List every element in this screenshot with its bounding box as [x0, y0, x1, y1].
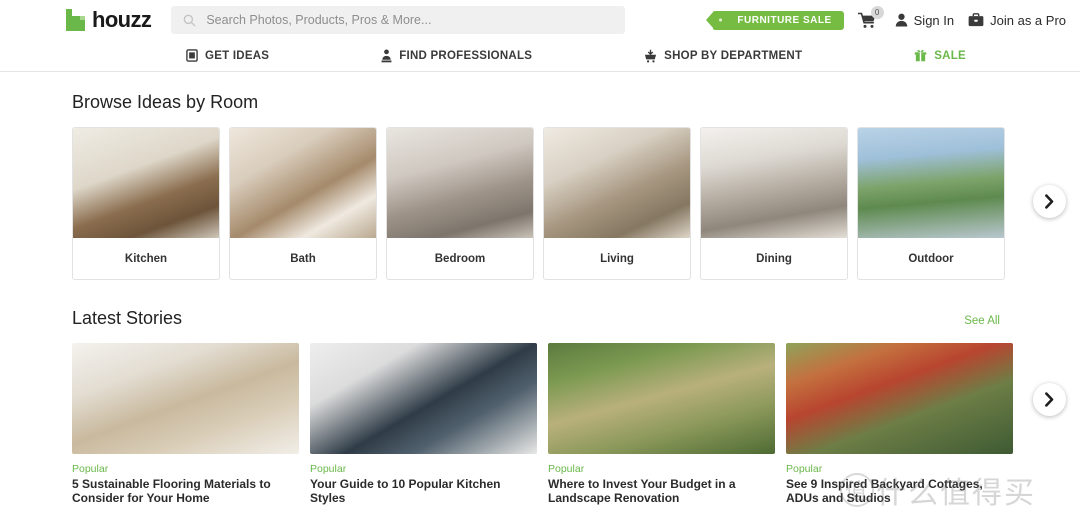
- room-label: Bath: [290, 252, 316, 265]
- stories-list: Popular 5 Sustainable Flooring Materials…: [72, 343, 1040, 506]
- furniture-sale-badge[interactable]: FURNITURE SALE: [706, 10, 844, 30]
- room-image: [544, 128, 690, 238]
- chevron-right-icon: [1045, 194, 1054, 209]
- camera-icon: [186, 49, 198, 62]
- houzz-logo[interactable]: houzz: [66, 7, 152, 33]
- briefcase-icon: [968, 13, 984, 27]
- site-header: houzz FURNITURE SALE 0 Sign In: [0, 0, 1080, 40]
- room-card-bath[interactable]: Bath: [229, 127, 377, 280]
- story-title: Where to Invest Your Budget in a Landsca…: [548, 477, 736, 505]
- story-tag: Popular: [72, 463, 109, 475]
- room-label: Dining: [756, 252, 792, 265]
- story-card[interactable]: Popular Where to Invest Your Budget in a…: [548, 343, 775, 506]
- room-card-outdoor[interactable]: Outdoor: [857, 127, 1005, 280]
- room-label: Living: [600, 252, 634, 265]
- room-image: [387, 128, 533, 238]
- see-all-link[interactable]: See All: [964, 315, 1000, 327]
- story-title: See 9 Inspired Backyard Cottages, ADUs a…: [786, 477, 983, 505]
- stories-section: Latest Stories See All Popular 5 Sustain…: [72, 280, 1066, 511]
- houzz-logo-icon: [66, 9, 85, 31]
- rooms-section: Browse Ideas by Room Kitchen Bath Bedroo…: [72, 72, 1066, 280]
- join-as-pro-label: Join as a Pro: [990, 12, 1066, 28]
- story-image: [310, 343, 537, 454]
- gift-icon: [914, 50, 927, 62]
- nav-label: SHOP BY DEPARTMENT: [664, 49, 803, 62]
- header-actions: FURNITURE SALE 0 Sign In Join as a Pro: [706, 5, 1066, 30]
- search-icon: [183, 14, 196, 27]
- story-image: [548, 343, 775, 454]
- main-nav: GET IDEAS FIND PROFESSIONALS SHOP BY DEP…: [0, 40, 1080, 72]
- room-image: [230, 128, 376, 238]
- room-card-bedroom[interactable]: Bedroom: [386, 127, 534, 280]
- stories-carousel: Popular 5 Sustainable Flooring Materials…: [72, 343, 1066, 511]
- story-image: [72, 343, 299, 454]
- stories-section-header: Latest Stories See All: [72, 308, 1040, 329]
- nav-item-shop-by-department[interactable]: SHOP BY DEPARTMENT: [644, 49, 802, 63]
- sign-in-label: Sign In: [913, 12, 955, 28]
- user-icon: [895, 13, 907, 27]
- cart-badge: 0: [870, 5, 884, 19]
- rooms-section-title: Browse Ideas by Room: [72, 92, 259, 112]
- story-image: [786, 343, 1013, 454]
- search-input[interactable]: [206, 13, 614, 27]
- nav-item-get-ideas[interactable]: GET IDEAS: [186, 49, 269, 62]
- story-card[interactable]: Popular Your Guide to 10 Popular Kitchen…: [310, 343, 537, 506]
- stories-next-button[interactable]: [1033, 383, 1066, 416]
- search-bar[interactable]: [171, 6, 626, 34]
- room-card-dining[interactable]: Dining: [700, 127, 848, 280]
- story-tag: Popular: [548, 463, 585, 475]
- nav-item-find-professionals[interactable]: FIND PROFESSIONALS: [381, 48, 533, 63]
- room-image: [73, 128, 219, 238]
- houzz-logo-text: houzz: [92, 7, 152, 32]
- nav-item-sale[interactable]: SALE: [914, 49, 966, 62]
- room-card-kitchen[interactable]: Kitchen: [72, 127, 220, 280]
- stories-section-title: Latest Stories: [72, 308, 183, 328]
- nav-label: FIND PROFESSIONALS: [399, 49, 533, 62]
- nav-label: GET IDEAS: [205, 49, 270, 62]
- rooms-list: Kitchen Bath Bedroom Living Dining Outdo…: [72, 127, 1040, 280]
- story-card[interactable]: Popular 5 Sustainable Flooring Materials…: [72, 343, 299, 506]
- main-content: Browse Ideas by Room Kitchen Bath Bedroo…: [0, 72, 1080, 511]
- nav-label: SALE: [934, 49, 966, 62]
- cart-button[interactable]: 0: [857, 5, 884, 29]
- person-icon: [381, 48, 392, 62]
- rooms-section-header: Browse Ideas by Room: [72, 92, 1040, 113]
- room-image: [701, 128, 847, 238]
- join-as-pro-button[interactable]: Join as a Pro: [968, 13, 1066, 28]
- story-title: Your Guide to 10 Popular Kitchen Styles: [310, 477, 501, 505]
- story-tag: Popular: [786, 463, 823, 475]
- sign-in-button[interactable]: Sign In: [895, 13, 954, 28]
- room-label: Bedroom: [434, 252, 486, 265]
- room-label: Outdoor: [908, 252, 954, 265]
- story-card[interactable]: Popular See 9 Inspired Backyard Cottages…: [786, 343, 1013, 506]
- cart-icon: [645, 49, 657, 62]
- rooms-carousel: Kitchen Bath Bedroom Living Dining Outdo…: [72, 127, 1066, 280]
- room-card-living[interactable]: Living: [543, 127, 691, 280]
- rooms-next-button[interactable]: [1033, 185, 1066, 218]
- chevron-right-icon: [1045, 392, 1054, 407]
- room-image: [858, 128, 1004, 238]
- story-title: 5 Sustainable Flooring Materials to Cons…: [72, 477, 271, 505]
- room-label: Kitchen: [124, 252, 168, 265]
- story-tag: Popular: [310, 463, 347, 475]
